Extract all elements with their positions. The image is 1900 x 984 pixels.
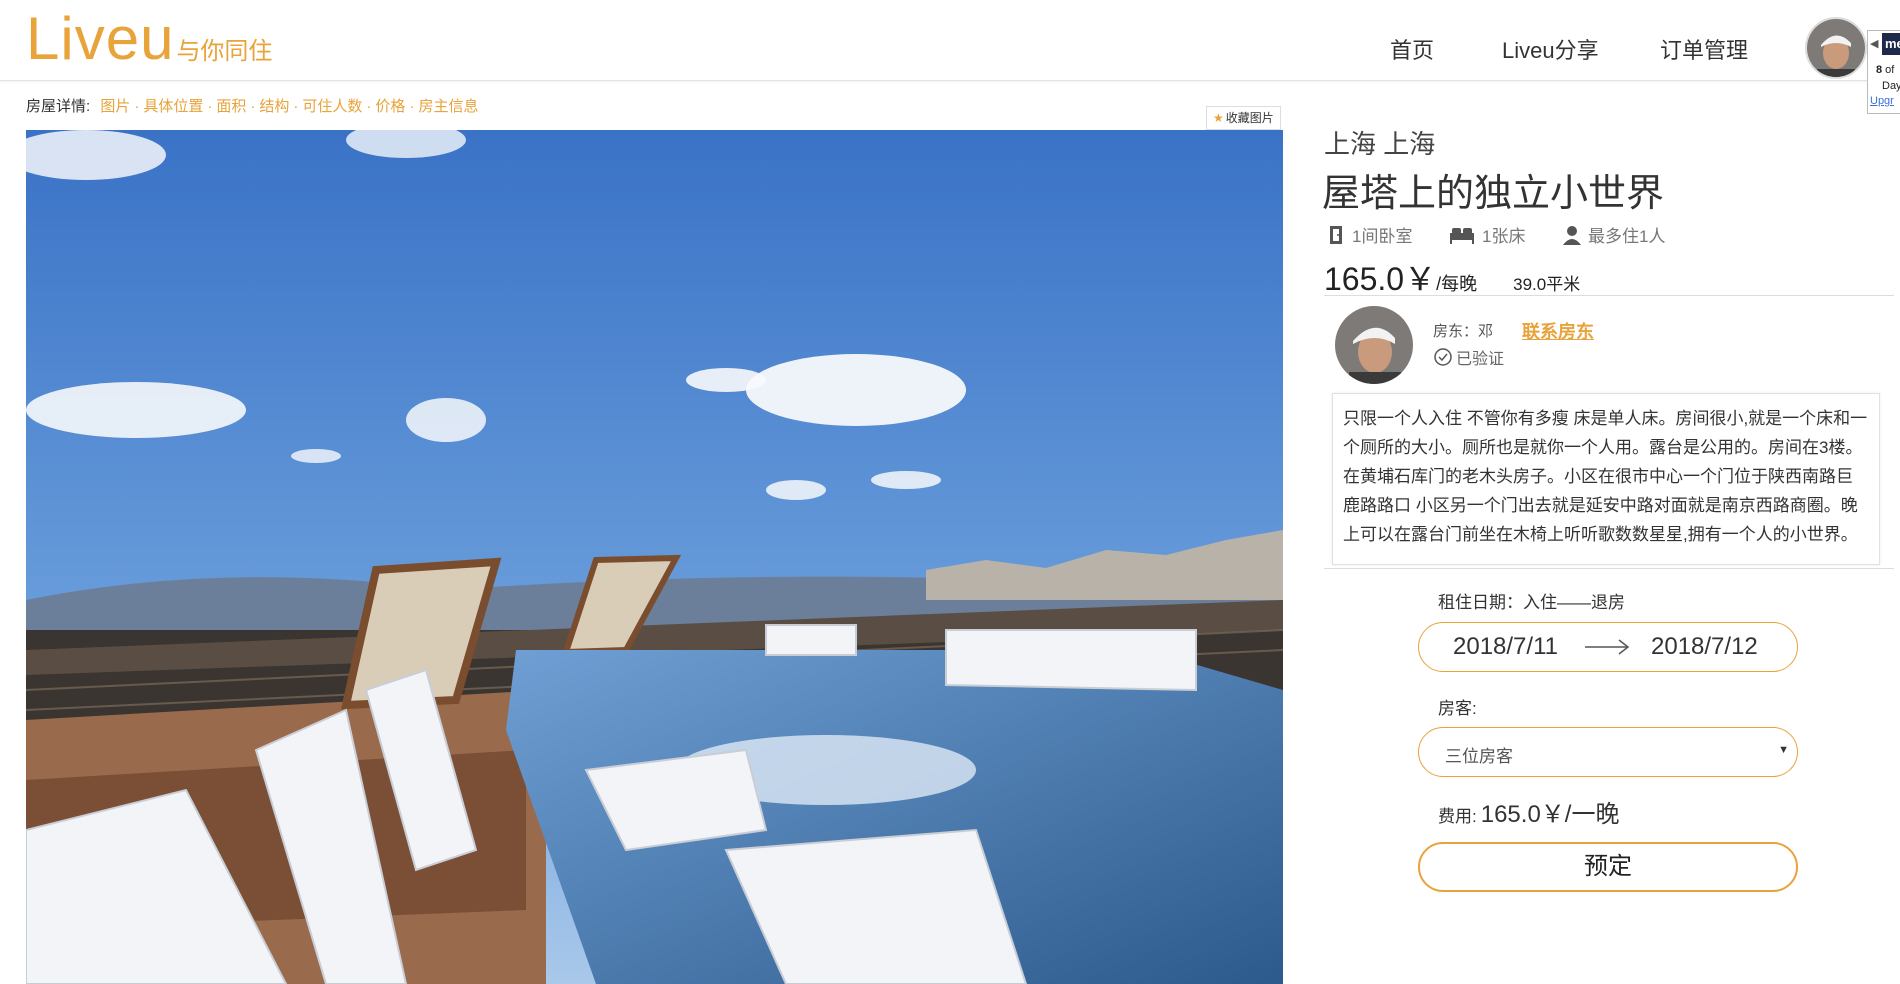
max-guests-label: 最多住1人 (1588, 227, 1666, 246)
dropdown-caret-icon: ▼ (1778, 744, 1789, 756)
divider (1324, 295, 1894, 296)
price-line: 165.0￥/每晚 39.0平米 (1324, 254, 1580, 300)
extension-badge: me (1882, 33, 1900, 55)
date-range-picker[interactable]: 2018/7/11 2018/7/12 (1418, 622, 1798, 672)
detail-link-host[interactable]: 房主信息 (418, 98, 478, 115)
favorite-label: 收藏图片 (1225, 111, 1274, 125)
logo-tagline: 与你同住 (176, 38, 273, 65)
amenity-bedrooms: 1间卧室 (1328, 222, 1412, 247)
favorite-photo-button[interactable]: ★ 收藏图片 (1206, 106, 1281, 130)
detail-link-location[interactable]: 具体位置 (143, 98, 203, 115)
price-unit: /每晚 (1436, 274, 1478, 294)
person-icon (1563, 225, 1581, 245)
verified-status: 已验证 (1433, 345, 1504, 369)
beds-label: 1张床 (1482, 227, 1526, 246)
extension-count: 8 of (1876, 64, 1895, 76)
price-value: 165.0￥ (1324, 261, 1437, 297)
detail-nav: 房屋详情: 图片 · 具体位置 · 面积 · 结构 · 可住人数 · 价格 · 房主信息 (26, 98, 479, 115)
bed-icon (1450, 227, 1474, 244)
check-out-date[interactable]: 2018/7/12 (1651, 633, 1758, 661)
extension-days: Day (1882, 80, 1900, 92)
listing-city: 上海 上海 (1324, 129, 1436, 159)
detail-link-photos[interactable]: 图片 (100, 98, 130, 115)
verified-label: 已验证 (1456, 351, 1505, 368)
nav-share[interactable]: Liveu分享 (1502, 33, 1599, 65)
detail-link-price[interactable]: 价格 (375, 98, 405, 115)
extension-upgrade-link[interactable]: Upgr (1870, 95, 1894, 107)
guest-select-value: 三位房客 (1445, 747, 1513, 766)
nav-orders[interactable]: 订单管理 (1660, 33, 1748, 65)
logo-name: Liveu (26, 5, 175, 72)
collapse-arrow-icon[interactable]: ◀ (1870, 37, 1878, 50)
door-icon (1330, 225, 1342, 244)
divider (1324, 568, 1894, 569)
book-button[interactable]: 预定 (1418, 842, 1798, 892)
listing-photo[interactable] (26, 130, 1283, 984)
listing-title: 屋塔上的独立小世界 (1322, 173, 1665, 215)
detail-link-structure[interactable]: 结构 (259, 98, 289, 115)
listing-description: 只限一个人入住 不管你有多瘦 床是单人床。房间很小,就是一个床和一个厕所的大小。… (1332, 393, 1880, 565)
bedrooms-label: 1间卧室 (1352, 227, 1413, 246)
top-header: Liveu与你同住 首页 Liveu分享 订单管理 ◀ me 8 of Day … (0, 0, 1900, 114)
amenity-beds: 1张床 (1448, 222, 1525, 247)
user-avatar[interactable] (1805, 17, 1867, 79)
check-circle-icon (1434, 348, 1452, 366)
host-name: 房东：邓 (1433, 323, 1494, 340)
fee-label: 费用: (1438, 807, 1477, 826)
detail-link-capacity[interactable]: 可住人数 (302, 98, 362, 115)
host-avatar[interactable] (1335, 306, 1413, 384)
detail-link-area[interactable]: 面积 (216, 98, 246, 115)
fee-line: 费用: 165.0￥/一晚 (1438, 794, 1619, 829)
star-icon: ★ (1213, 111, 1224, 125)
fee-value: 165.0￥/一晚 (1480, 801, 1620, 828)
guest-select[interactable]: 三位房客 ▼ (1418, 727, 1798, 777)
detail-nav-label: 房屋详情: (26, 98, 91, 115)
area-value: 39.0平米 (1513, 275, 1581, 294)
contact-host-link[interactable]: 联系房东 (1522, 318, 1594, 344)
check-in-date[interactable]: 2018/7/11 (1453, 633, 1558, 661)
date-label: 租住日期：入住——退房 (1438, 593, 1625, 612)
extension-widget[interactable]: ◀ me 8 of Day Upgr (1867, 30, 1900, 114)
nav-home[interactable]: 首页 (1390, 33, 1434, 65)
arrow-right-icon (1585, 639, 1630, 655)
amenity-guests: 最多住1人 (1562, 222, 1665, 247)
guest-label: 房客: (1438, 699, 1477, 718)
site-logo[interactable]: Liveu与你同住 (26, 4, 272, 73)
